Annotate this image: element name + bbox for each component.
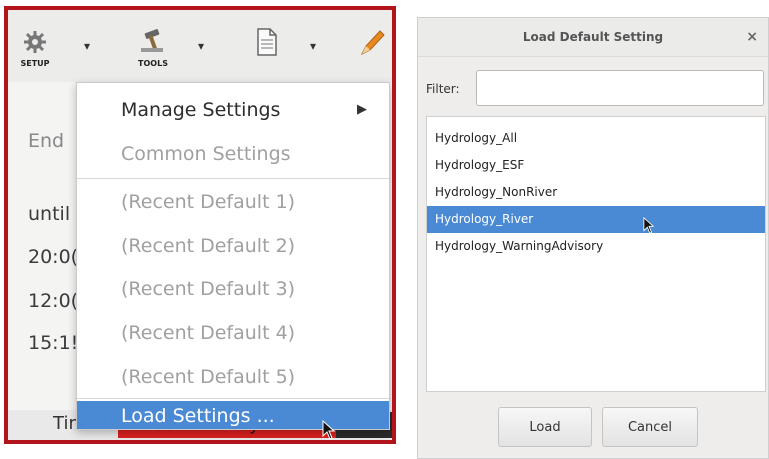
background-label: End [28,130,65,152]
list-item[interactable]: Hydrology_WarningAdvisory [427,233,765,260]
filter-input[interactable] [476,70,764,106]
menu-item-load-settings[interactable]: Load Settings ... [77,401,389,429]
menu-item-manage-settings[interactable]: Manage Settings ▶ [77,91,389,129]
cancel-button[interactable]: Cancel [602,407,698,447]
menu-item-label: (Recent Default 3) [121,278,296,300]
close-icon[interactable]: × [746,18,758,56]
background-row: 20:0( [28,246,79,268]
menu-item-label: (Recent Default 4) [121,322,296,344]
menu-item-recent-default[interactable]: (Recent Default 2) [77,227,389,265]
document-button[interactable] [244,28,290,78]
list-item[interactable]: Hydrology_All [427,125,765,152]
gear-icon [24,31,46,53]
background-row: 12:0( [28,290,79,312]
menu-item-recent-default[interactable]: (Recent Default 5) [77,358,389,396]
setup-button[interactable]: SETUP [12,28,58,78]
menu-item-label: Manage Settings [121,99,281,121]
hammer-icon [141,29,163,53]
menu-item-common-settings[interactable]: Common Settings [77,135,389,173]
menu-item-label: (Recent Default 2) [121,235,296,257]
list-item-selected[interactable]: Hydrology_River [427,206,765,233]
menu-item-recent-default[interactable]: (Recent Default 1) [77,183,389,221]
dialog-titlebar: Load Default Setting × [418,18,768,57]
list-item[interactable]: Hydrology_ESF [427,152,765,179]
menu-item-label: (Recent Default 5) [121,366,296,388]
edit-button[interactable] [352,28,392,78]
background-row: 15:1! [28,332,79,354]
submenu-arrow-icon: ▶ [357,102,367,117]
menu-item-recent-default[interactable]: (Recent Default 3) [77,270,389,308]
settings-list: Hydrology_All Hydrology_ESF Hydrology_No… [426,116,766,392]
dialog-title: Load Default Setting [522,30,664,44]
toolbar: SETUP ▾ TOOLS ▾ ▾ [8,10,392,82]
document-icon [257,28,277,56]
menu-item-label: Common Settings [121,143,291,165]
menu-item-label: (Recent Default 1) [121,191,296,213]
tools-dropdown-arrow[interactable]: ▾ [198,40,204,52]
mouse-cursor-icon [643,217,655,234]
document-dropdown-arrow[interactable]: ▾ [310,40,316,52]
load-button[interactable]: Load [498,407,592,447]
menu-separator [77,178,389,179]
tools-label: TOOLS [138,59,168,68]
list-item[interactable]: Hydrology_NonRiver [427,179,765,206]
settings-dropdown-menu: Manage Settings ▶ Common Settings (Recen… [76,82,390,430]
menu-item-recent-default[interactable]: (Recent Default 4) [77,314,389,352]
menu-separator [77,398,389,399]
setup-dropdown-arrow[interactable]: ▾ [84,40,90,52]
background-row: until [28,203,71,225]
menu-item-label: Load Settings ... [121,405,275,427]
highlighted-window-region: SETUP ▾ TOOLS ▾ ▾ End until 20:0(12:0(… [4,6,396,444]
tools-button[interactable]: TOOLS [130,28,176,78]
filter-label: Filter: [426,82,460,96]
mouse-cursor-icon [322,420,336,440]
setup-label: SETUP [20,59,50,68]
load-default-setting-dialog: Load Default Setting × Filter: Hydrology… [417,17,769,459]
pencil-icon [360,30,385,56]
